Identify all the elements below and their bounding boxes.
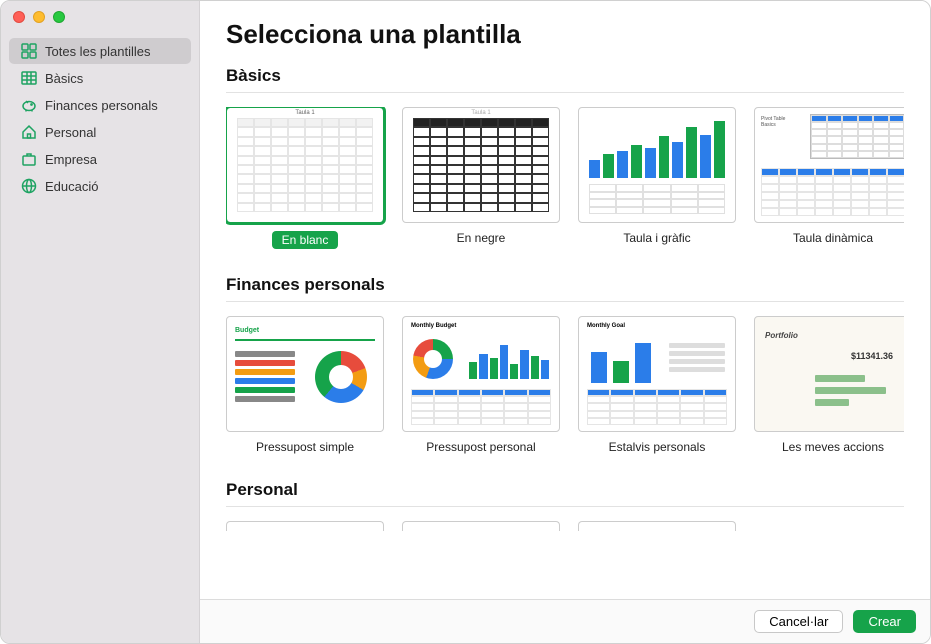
template-thumbnail[interactable]: Taula 1 xyxy=(226,107,384,223)
template-row-finance: Budget Pressupost simple Monthly Budget xyxy=(226,316,904,464)
maximize-window-button[interactable] xyxy=(53,11,65,23)
template-thumbnail[interactable]: Taula 1 xyxy=(402,107,560,223)
section-heading-finance: Finances personals xyxy=(226,275,904,295)
template-label: Estalvis personals xyxy=(609,440,706,454)
template-thumbnail[interactable] xyxy=(578,107,736,223)
sidebar-item-personal-finance[interactable]: Finances personals xyxy=(9,92,191,118)
sidebar-item-personal[interactable]: Personal xyxy=(9,119,191,145)
template-label: Taula i gràfic xyxy=(623,231,690,245)
template-thumbnail[interactable]: Budget xyxy=(226,316,384,432)
template-partial[interactable] xyxy=(578,521,736,531)
template-label: Les meves accions xyxy=(782,440,884,454)
template-label: Taula dinàmica xyxy=(793,231,873,245)
thumb-caption: Portfolio xyxy=(765,331,798,340)
main: Selecciona una plantilla Bàsics Taula 1 xyxy=(200,1,930,643)
template-thumbnail[interactable] xyxy=(226,521,384,531)
templates-grid-icon xyxy=(21,43,37,59)
house-icon xyxy=(21,124,37,140)
template-pivot-table[interactable]: Pivot Table Basics Taula dinàmica xyxy=(754,107,904,249)
briefcase-icon xyxy=(21,151,37,167)
cancel-button[interactable]: Cancel·lar xyxy=(754,610,843,633)
sidebar-item-all-templates[interactable]: Totes les plantilles xyxy=(9,38,191,64)
globe-icon xyxy=(21,178,37,194)
thumb-caption: Taula 1 xyxy=(403,110,559,116)
section-divider xyxy=(226,301,904,302)
thumb-caption: Monthly Budget xyxy=(411,323,456,329)
sidebar-item-education[interactable]: Educació xyxy=(9,173,191,199)
sidebar-item-label: Personal xyxy=(45,125,96,140)
template-personal-savings[interactable]: Monthly Goal Estalvis personals xyxy=(578,316,736,454)
sidebar: Totes les plantilles Bàsics Finances per… xyxy=(1,1,200,643)
thumb-caption: Budget xyxy=(235,327,259,334)
minimize-window-button[interactable] xyxy=(33,11,45,23)
thumb-value: $11341.36 xyxy=(851,351,893,361)
template-thumbnail[interactable] xyxy=(402,521,560,531)
sidebar-item-label: Educació xyxy=(45,179,98,194)
template-personal-budget[interactable]: Monthly Budget Pressupost personal xyxy=(402,316,560,454)
template-simple-budget[interactable]: Budget Pressupost simple xyxy=(226,316,384,454)
template-label: En negre xyxy=(457,231,506,245)
thumb-caption: Monthly Goal xyxy=(587,323,625,329)
template-thumbnail[interactable]: Monthly Goal xyxy=(578,316,736,432)
sidebar-item-label: Totes les plantilles xyxy=(45,44,151,59)
sidebar-item-label: Bàsics xyxy=(45,71,83,86)
page-title: Selecciona una plantilla xyxy=(226,19,904,50)
template-chooser-window: Totes les plantilles Bàsics Finances per… xyxy=(0,0,931,644)
section-divider xyxy=(226,92,904,93)
create-button[interactable]: Crear xyxy=(853,610,916,633)
template-my-stocks[interactable]: Portfolio $11341.36 Les meves accions xyxy=(754,316,904,454)
template-thumbnail[interactable] xyxy=(578,521,736,531)
template-scroll-area[interactable]: Selecciona una plantilla Bàsics Taula 1 xyxy=(200,1,930,599)
template-thumbnail[interactable]: Portfolio $11341.36 xyxy=(754,316,904,432)
template-black[interactable]: Taula 1 En negre xyxy=(402,107,560,249)
template-thumbnail[interactable]: Monthly Budget xyxy=(402,316,560,432)
window-controls xyxy=(13,11,65,23)
template-row-personal xyxy=(226,521,904,541)
sidebar-item-label: Empresa xyxy=(45,152,97,167)
template-label: Pressupost simple xyxy=(256,440,354,454)
template-blank[interactable]: Taula 1 En blanc xyxy=(226,107,384,249)
close-window-button[interactable] xyxy=(13,11,25,23)
sidebar-item-label: Finances personals xyxy=(45,98,158,113)
section-heading-basics: Bàsics xyxy=(226,66,904,86)
template-label: En blanc xyxy=(272,231,339,249)
template-partial[interactable] xyxy=(226,521,384,531)
footer: Cancel·lar Crear xyxy=(200,599,930,643)
section-heading-personal: Personal xyxy=(226,480,904,500)
template-thumbnail[interactable]: Pivot Table Basics xyxy=(754,107,904,223)
sidebar-item-basics[interactable]: Bàsics xyxy=(9,65,191,91)
content-area: Totes les plantilles Bàsics Finances per… xyxy=(1,1,930,643)
template-row-basics: Taula 1 En blanc xyxy=(226,107,904,259)
piggy-bank-icon xyxy=(21,97,37,113)
template-partial[interactable] xyxy=(402,521,560,531)
thumb-caption: Taula 1 xyxy=(227,110,383,116)
thumb-caption: Pivot Table Basics xyxy=(761,116,801,128)
template-table-chart[interactable]: Taula i gràfic xyxy=(578,107,736,249)
section-divider xyxy=(226,506,904,507)
template-label: Pressupost personal xyxy=(426,440,535,454)
spreadsheet-icon xyxy=(21,70,37,86)
sidebar-item-business[interactable]: Empresa xyxy=(9,146,191,172)
